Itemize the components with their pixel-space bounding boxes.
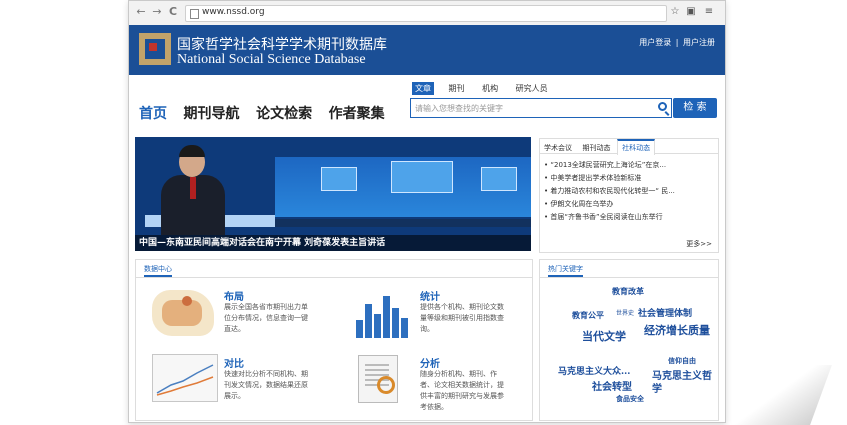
page-icon: [190, 9, 199, 19]
banner-screen-center: [391, 161, 453, 193]
analysis-desc: 随身分析机构、期刊、作者、论文相关数据统计，提供丰富的期刊研究与发展参考依据。: [420, 370, 504, 411]
search-tab-article[interactable]: 文章: [412, 82, 434, 95]
keyword[interactable]: 信仰自由: [668, 356, 696, 366]
main-nav: 首页 期刊导航 论文检索 作者聚集: [139, 103, 399, 123]
keyword[interactable]: 教育改革: [612, 286, 644, 297]
news-item[interactable]: • 首届“齐鲁书香”全民阅读在山东举行: [544, 211, 716, 224]
back-icon[interactable]: ←: [135, 6, 147, 18]
data-center-panel: 数据中心 布局 展示全国各省市期刊出力单位分布情况，信息查询一键直达。 统计 提…: [135, 259, 533, 421]
data-center-title: 数据中心: [144, 264, 172, 277]
hot-keywords-title: 热门关键字: [548, 264, 583, 277]
graph-lines: [156, 364, 214, 396]
page-shadow: [730, 365, 832, 425]
browser-toolbar: ← → C www.nssd.org ☆ ▣ ≡: [129, 1, 725, 26]
layout-title[interactable]: 布局: [224, 288, 244, 303]
login-link[interactable]: 用户登录: [639, 38, 671, 47]
hot-keywords-divider: [540, 277, 718, 278]
search-box: [410, 98, 672, 118]
statistics-title[interactable]: 统计: [420, 288, 440, 303]
address-bar[interactable]: www.nssd.org: [185, 5, 667, 22]
keyword[interactable]: 马克思主义大众...: [558, 364, 630, 377]
analysis-image[interactable]: [358, 355, 398, 403]
speaker-tie: [190, 177, 196, 199]
graph-image[interactable]: [152, 354, 218, 402]
keyword[interactable]: 世界史: [616, 308, 634, 317]
browser-window: ← → C www.nssd.org ☆ ▣ ≡ 国家哲学社会科学学术期刊数据库…: [128, 0, 726, 423]
banner-screen-left: [321, 167, 357, 191]
news-tab-conference[interactable]: 学术会议: [540, 141, 576, 155]
user-links: 用户登录 | 用户注册: [639, 37, 715, 48]
map-image[interactable]: [152, 290, 214, 336]
compare-desc: 快速对比分析不同机构、期刊发文情况，数据结果还原展示。: [224, 370, 308, 400]
magnifier-icon: [377, 376, 395, 394]
statistics-desc: 提供各个机构、期刊论文数量等级和期刊被引用指数查询。: [420, 303, 504, 333]
news-tab-journal[interactable]: 期刊动态: [579, 141, 615, 155]
search-button[interactable]: 检 索: [673, 98, 717, 118]
banner-speaker: [153, 145, 233, 235]
news-banner[interactable]: 中国—东南亚民间高端对话会在南宁开幕 刘奇葆发表主旨讲话: [135, 137, 531, 251]
logo-square: [149, 43, 157, 51]
news-item[interactable]: • 伊朗文化周在乌举办: [544, 198, 716, 211]
site-header: 国家哲学社会科学学术期刊数据库 National Social Science …: [129, 25, 725, 75]
nav-journals[interactable]: 期刊导航: [184, 103, 240, 123]
banner-podium: [275, 219, 531, 227]
search-tabs: 文章 期刊 机构 研究人员: [412, 82, 560, 95]
search-tab-journal[interactable]: 期刊: [446, 82, 468, 95]
banner-caption[interactable]: 中国—东南亚民间高端对话会在南宁开幕 刘奇葆发表主旨讲话: [135, 235, 531, 251]
hot-keywords-panel: 热门关键字 教育改革 教育公平 世界史 社会管理体制 当代文学 经济增长质量 马…: [539, 259, 719, 421]
bars-image[interactable]: [356, 288, 410, 338]
search-input[interactable]: [411, 99, 657, 117]
news-item[interactable]: • “2013全球民营研究上海论坛”在京...: [544, 159, 716, 172]
keyword[interactable]: 教育公平: [572, 310, 604, 321]
user-links-separator: |: [675, 38, 679, 47]
nav-articles[interactable]: 论文检索: [256, 103, 312, 123]
news-list: • “2013全球民营研究上海论坛”在京... • 中美学者提出学术体验新标准 …: [544, 159, 716, 224]
site-title-en: National Social Science Database: [177, 52, 366, 67]
search-icon[interactable]: [658, 102, 667, 111]
nav-authors[interactable]: 作者聚集: [329, 103, 385, 123]
menu-icon[interactable]: ≡: [703, 6, 715, 18]
address-text: www.nssd.org: [202, 7, 265, 17]
banner-screen-right: [481, 167, 517, 191]
reload-icon[interactable]: C: [167, 6, 179, 18]
keyword[interactable]: 经济增长质量: [644, 322, 710, 338]
layout-desc: 展示全国各省市期刊出力单位分布情况，信息查询一键直达。: [224, 303, 308, 333]
news-tab-social[interactable]: 社科动态: [617, 139, 656, 155]
bookmark-star-icon[interactable]: ☆: [669, 6, 681, 18]
extension-icon[interactable]: ▣: [685, 6, 697, 18]
site-title-cn: 国家哲学社会科学学术期刊数据库: [177, 37, 387, 53]
news-panel: 学术会议 期刊动态 社科动态 • “2013全球民营研究上海论坛”在京... •…: [539, 138, 719, 253]
keyword[interactable]: 社会转型: [592, 378, 632, 393]
forward-icon[interactable]: →: [151, 6, 163, 18]
news-tabs: 学术会议 期刊动态 社科动态: [540, 139, 718, 155]
keyword[interactable]: 当代文学: [582, 328, 626, 344]
analysis-title[interactable]: 分析: [420, 355, 440, 370]
news-item[interactable]: • 着力推动农村和农民现代化转型一“ 民...: [544, 185, 716, 198]
keyword[interactable]: 食品安全: [616, 394, 644, 404]
register-link[interactable]: 用户注册: [683, 38, 715, 47]
data-center-divider: [136, 277, 532, 278]
site-logo[interactable]: [139, 33, 171, 65]
search-tab-researcher[interactable]: 研究人员: [513, 82, 551, 95]
compare-title[interactable]: 对比: [224, 355, 244, 370]
speaker-hair: [179, 145, 205, 157]
news-more-link[interactable]: 更多>>: [686, 239, 712, 249]
nav-home[interactable]: 首页: [139, 103, 167, 123]
news-item[interactable]: • 中美学者提出学术体验新标准: [544, 172, 716, 185]
search-tab-institution[interactable]: 机构: [479, 82, 501, 95]
keyword[interactable]: 社会管理体制: [638, 306, 692, 319]
keyword[interactable]: 马克思主义哲学: [652, 370, 716, 396]
